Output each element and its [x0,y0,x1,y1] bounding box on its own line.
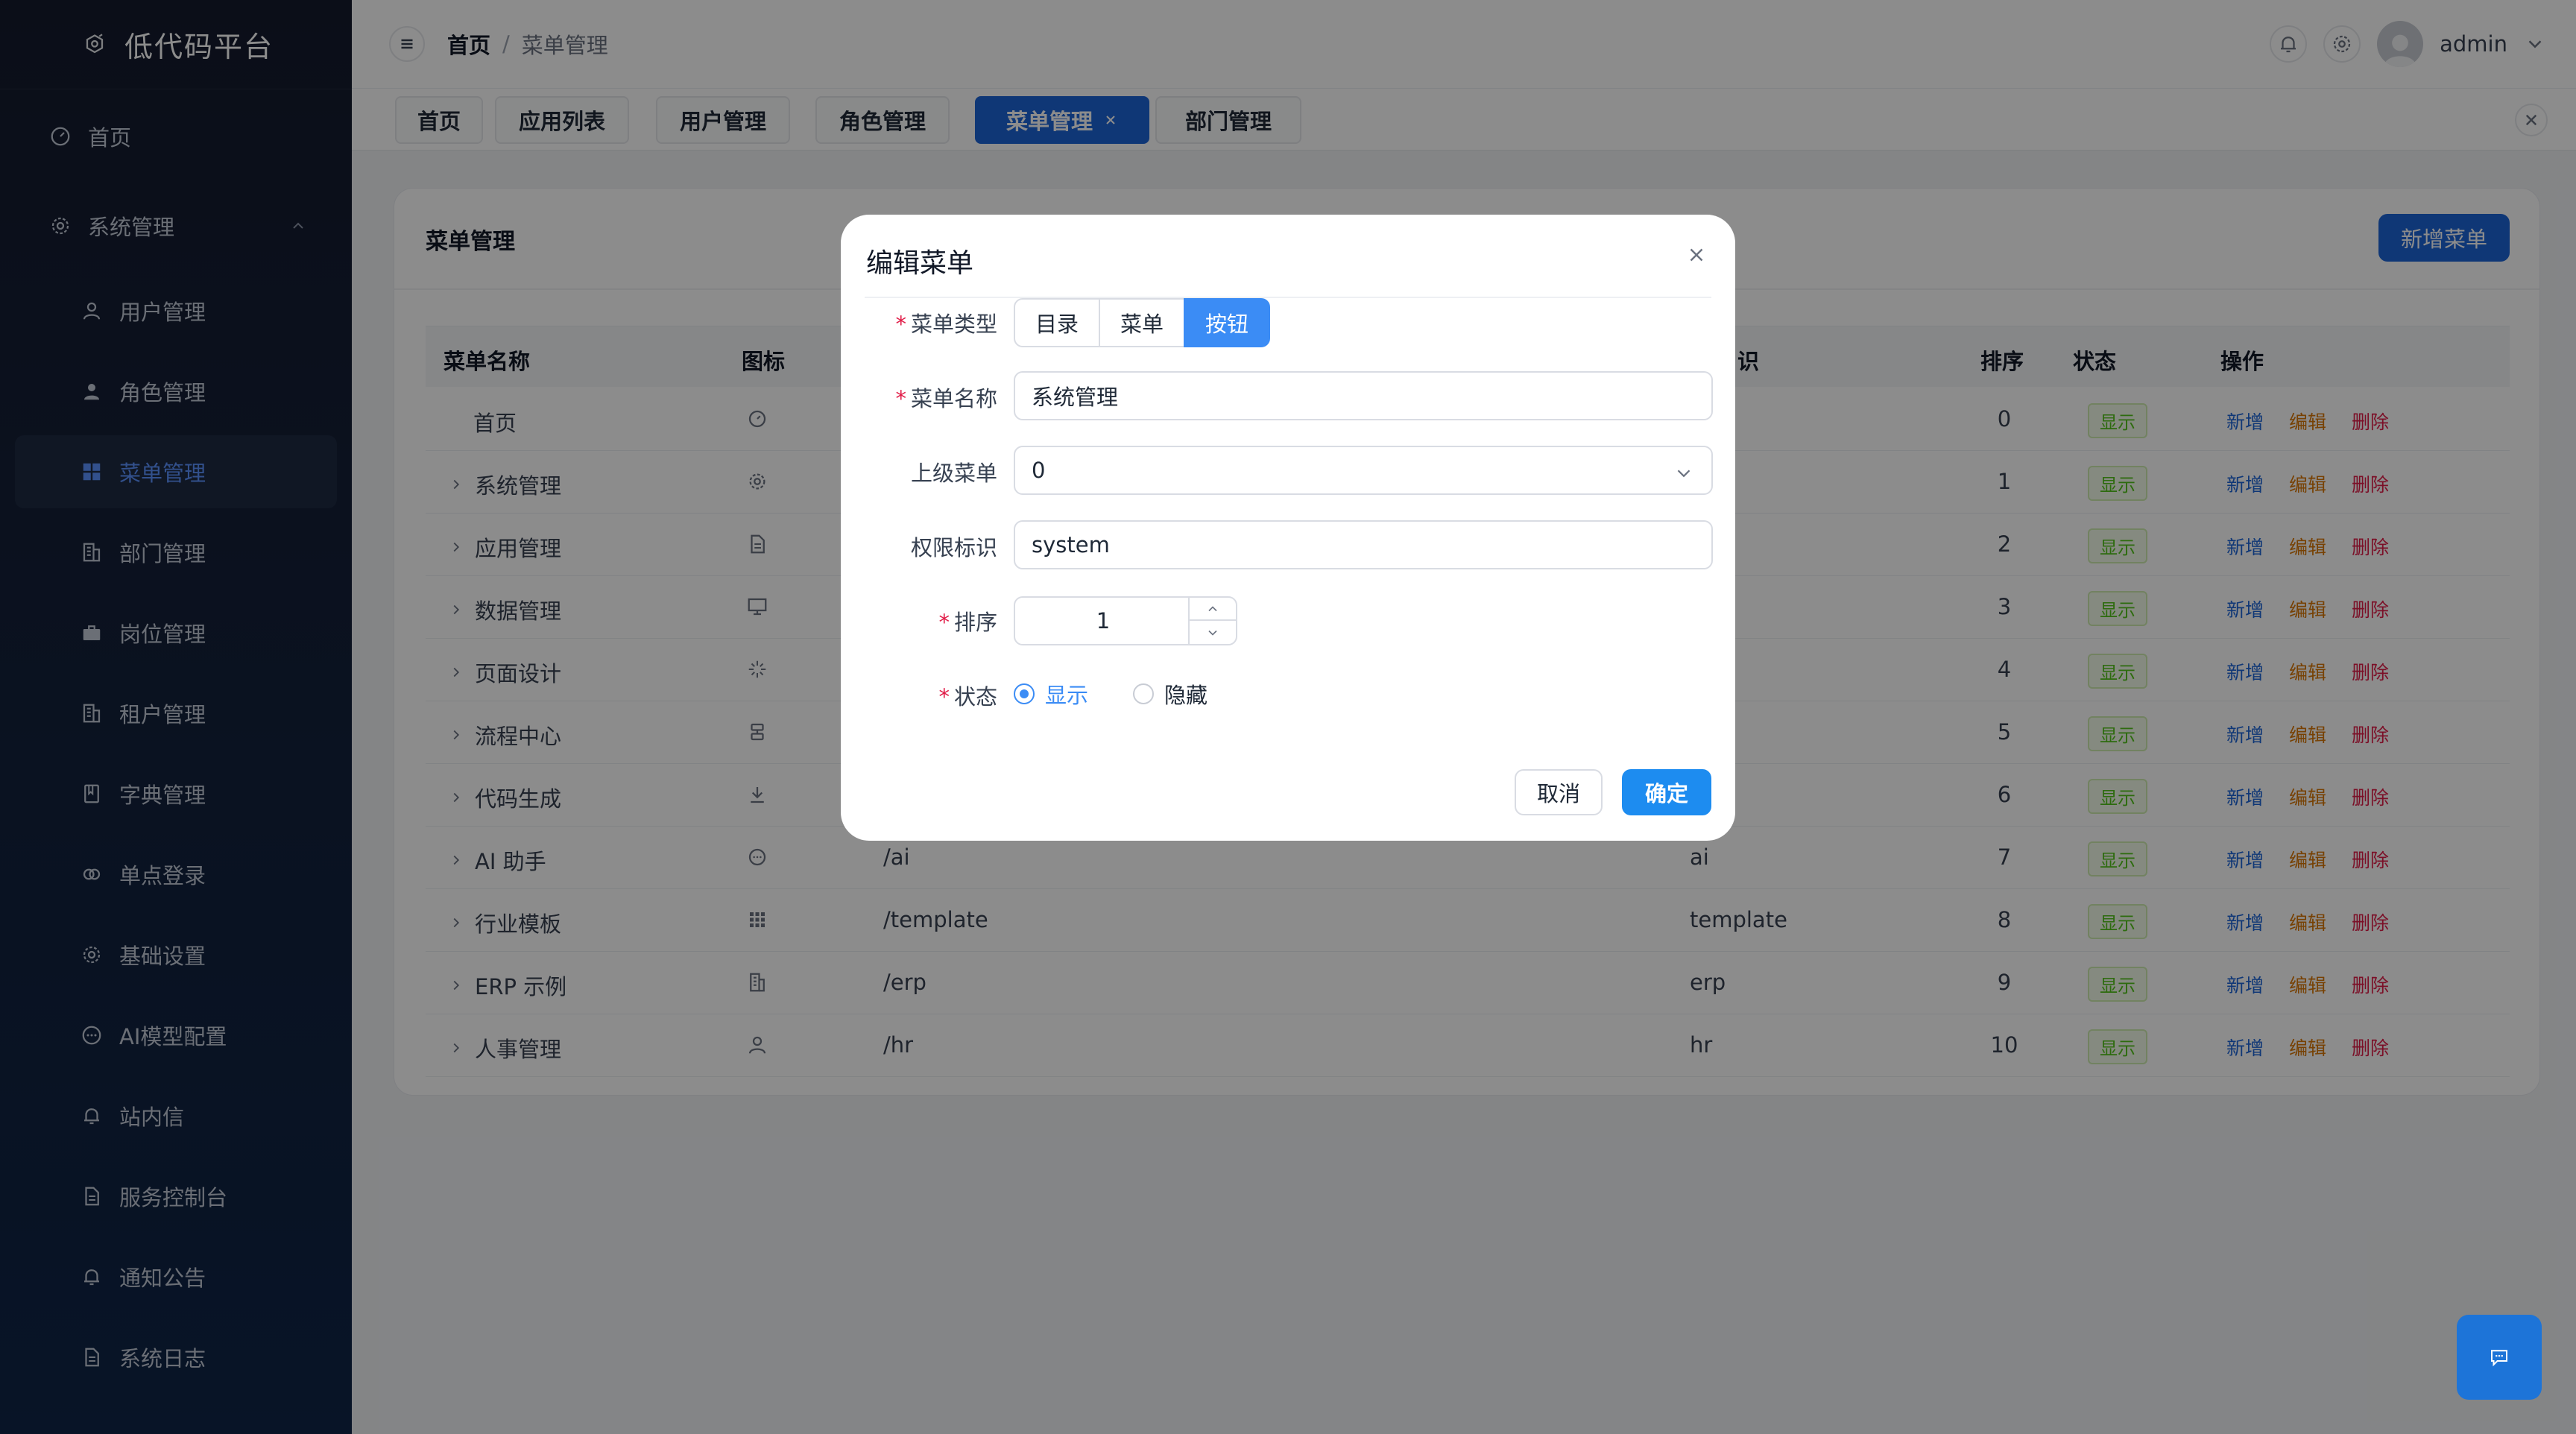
status-option-show[interactable]: 显示 [1014,678,1088,710]
permission-input[interactable]: system [1014,520,1713,569]
edit-menu-dialog: 编辑菜单 * 菜单类型 目录 菜单 按钮 * 菜单名称 系统管理 上级菜单 0 权限… [841,215,1735,841]
menu-name-input[interactable]: 系统管理 [1014,371,1713,420]
label-parent-menu: 上级菜单 [910,461,997,486]
radio-label: 隐藏 [1164,683,1208,708]
radio-checked-icon [1014,683,1035,704]
close-icon [1685,244,1708,266]
divider [865,297,1711,298]
sort-stepper[interactable]: 1 [1014,596,1237,645]
chevron-down-icon [1673,462,1695,484]
menu-name-value: 系统管理 [1032,385,1119,410]
menu-type-segmented: 目录 菜单 按钮 [1014,298,1270,347]
type-option-directory[interactable]: 目录 [1014,298,1100,347]
decrement-button[interactable] [1190,621,1236,644]
label-menu-name: * 菜单名称 [895,386,997,411]
chat-icon [2481,1339,2518,1376]
sort-value: 1 [1096,608,1111,634]
parent-menu-select[interactable]: 0 [1014,446,1713,495]
status-option-hide[interactable]: 隐藏 [1133,678,1208,710]
parent-menu-value: 0 [1032,458,1046,483]
dialog-close-button[interactable] [1682,240,1711,270]
stepper-controls [1188,598,1236,644]
dialog-title: 编辑菜单 [866,248,974,279]
increment-button[interactable] [1190,598,1236,621]
radio-unchecked-icon [1133,683,1155,704]
label-status: * 状态 [938,684,997,710]
type-option-button[interactable]: 按钮 [1184,298,1270,347]
label-menu-type: * 菜单类型 [895,312,997,337]
radio-label: 显示 [1045,683,1089,708]
label-permission: 权限标识 [910,535,997,560]
cancel-button[interactable]: 取消 [1515,769,1603,815]
type-option-menu[interactable]: 菜单 [1099,298,1185,347]
label-sort: * 排序 [938,610,997,635]
chat-assistant-button[interactable] [2457,1315,2542,1400]
confirm-button[interactable]: 确定 [1622,769,1711,815]
permission-value: system [1032,532,1110,558]
status-radio-group: 显示 隐藏 [1014,678,1208,710]
